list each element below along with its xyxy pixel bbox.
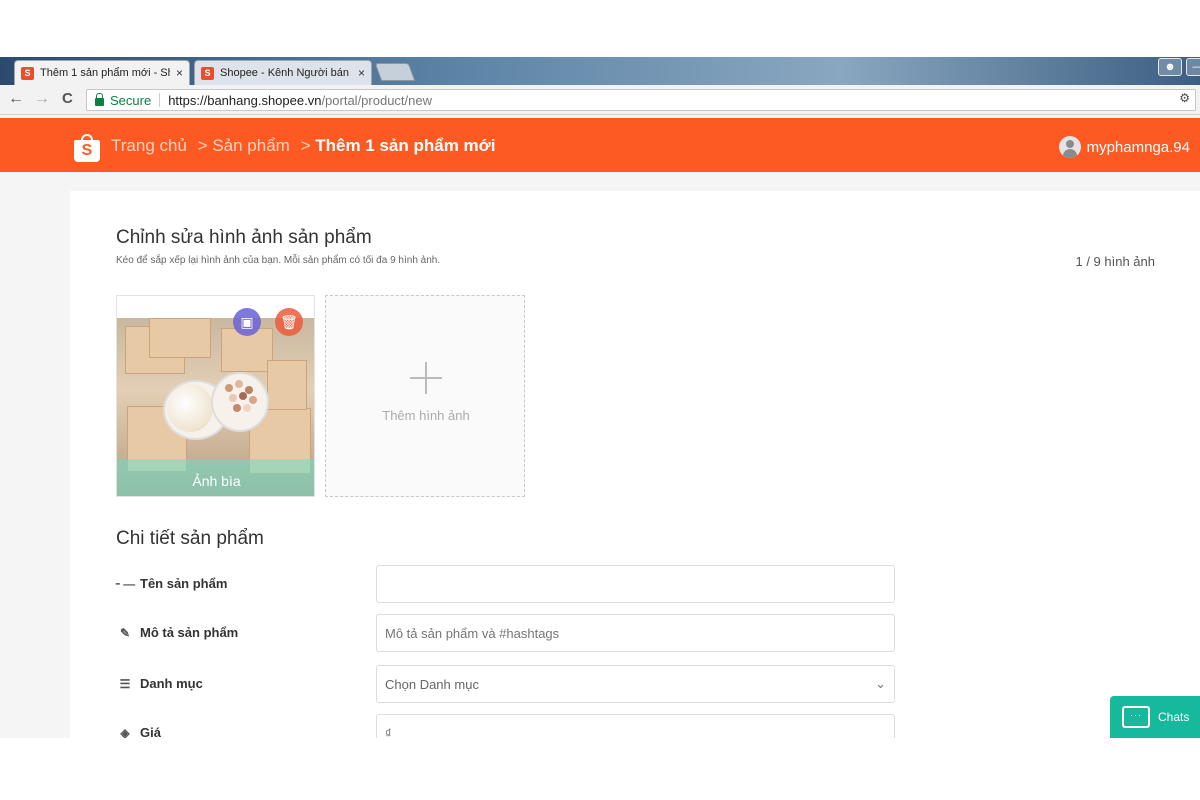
price-label: ◈ Giá	[116, 725, 161, 738]
puzzle-icon[interactable]: ⚙	[1179, 91, 1190, 105]
cover-image-slot[interactable]: Ảnh bìa ▣ 🗑	[116, 295, 315, 497]
minimize-icon[interactable]: —	[1186, 58, 1200, 76]
form-row-price: ◈ Giá	[116, 714, 896, 738]
text-lines-icon: ╴―	[116, 576, 136, 591]
shopee-favicon: S	[201, 66, 214, 80]
breadcrumb-home[interactable]: Trang chủ	[111, 136, 187, 155]
profile-icon[interactable]: ☻	[1158, 58, 1182, 76]
photo-bead	[233, 404, 241, 412]
category-label: ☰ Danh mục	[116, 676, 203, 691]
url-host: https://banhang.shopee.vn	[168, 92, 322, 108]
tab-seller-center[interactable]: S Shopee - Kênh Người bán ×	[194, 60, 372, 85]
breadcrumb-products[interactable]: Sản phẩm	[212, 136, 290, 155]
form-row-name: ╴― Tên sản phẩm	[116, 565, 896, 605]
tab-title: Thêm 1 sản phẩm mới - Shopee	[40, 67, 170, 79]
breadcrumb-current: Thêm 1 sản phẩm mới	[315, 136, 496, 155]
close-tab-icon[interactable]: ×	[358, 66, 365, 80]
images-section-title: Chỉnh sửa hình ảnh sản phẩm	[116, 227, 372, 248]
price-tag-icon: ◈	[120, 725, 130, 739]
photo-bead	[239, 392, 247, 400]
photo-bead	[243, 404, 251, 412]
description-label-text: Mô tả sản phẩm	[140, 625, 239, 640]
product-form-card: Chỉnh sửa hình ảnh sản phẩm Kéo để sắp x…	[70, 191, 1200, 738]
shopee-header: S Trang chủ > Sản phẩm > Thêm 1 sản phẩm…	[0, 118, 1200, 172]
chevron-down-icon: ⌄	[875, 676, 886, 691]
photo-bead	[225, 384, 233, 392]
breadcrumb: Trang chủ > Sản phẩm > Thêm 1 sản phẩm m…	[111, 136, 495, 156]
breadcrumb-separator: >	[197, 136, 208, 155]
url-path: /portal/product/new	[321, 92, 433, 108]
photo-bead	[249, 396, 257, 404]
description-label: ✎ Mô tả sản phẩm	[116, 625, 238, 640]
photo-puff	[167, 384, 213, 432]
pencil-icon: ✎	[119, 625, 131, 640]
product-description-input[interactable]	[376, 614, 895, 652]
add-image-button[interactable]: Thêm hình ảnh	[325, 295, 525, 497]
lock-icon	[95, 92, 104, 106]
tab-title: Shopee - Kênh Người bán	[220, 67, 349, 79]
form-row-description: ✎ Mô tả sản phẩm	[116, 614, 896, 654]
shopee-favicon: S	[21, 66, 34, 80]
url-omnibox[interactable]: Secure https://banhang.shopee.vn /portal…	[86, 89, 1196, 111]
avatar-icon	[1058, 136, 1081, 158]
price-label-text: Giá	[140, 725, 161, 738]
product-price-input[interactable]	[376, 714, 895, 738]
list-icon: ☰	[119, 676, 131, 691]
shopee-logo-icon[interactable]: S	[74, 134, 100, 162]
tab-add-product[interactable]: S Thêm 1 sản phẩm mới - Shopee ×	[14, 60, 190, 85]
new-tab-button[interactable]	[374, 63, 416, 81]
chat-label: Chats	[1158, 710, 1190, 724]
omnibox-divider	[159, 93, 161, 107]
details-section-title: Chi tiết sản phẩm	[116, 528, 264, 549]
breadcrumb-separator: >	[300, 136, 311, 155]
chat-bubble-icon: ···	[1122, 706, 1150, 728]
username: myphamnga.94	[1086, 138, 1190, 156]
images-section-subtitle: Kéo để sắp xếp lại hình ảnh của bạn. Mỗi…	[116, 255, 441, 266]
photo-bead	[235, 380, 243, 388]
logo-letter: S	[74, 140, 100, 162]
form-row-category: ☰ Danh mục Chọn Danh mục ⌄	[116, 665, 896, 705]
product-name-input[interactable]	[376, 565, 895, 603]
forward-icon[interactable]: →	[34, 90, 50, 108]
browser-window: S Thêm 1 sản phẩm mới - Shopee × S Shope…	[0, 57, 1200, 738]
crop-icon[interactable]: ▣	[233, 308, 261, 336]
category-select-value: Chọn Danh mục	[385, 676, 479, 692]
photo-bead	[229, 394, 237, 402]
back-icon[interactable]: ←	[8, 90, 24, 108]
close-tab-icon[interactable]: ×	[176, 66, 183, 80]
photo-box	[149, 318, 211, 358]
photo-box	[267, 360, 307, 410]
plus-icon	[410, 362, 442, 394]
trash-icon[interactable]: 🗑	[275, 308, 303, 336]
add-image-label: Thêm hình ảnh	[382, 408, 470, 423]
user-menu[interactable]: myphamnga.94	[1058, 136, 1190, 158]
tab-strip: S Thêm 1 sản phẩm mới - Shopee × S Shope…	[0, 57, 1200, 85]
secure-label: Secure	[110, 92, 152, 108]
category-select[interactable]: Chọn Danh mục ⌄	[376, 665, 895, 703]
reload-icon[interactable]: C	[62, 90, 73, 107]
cover-label: Ảnh bìa	[192, 473, 241, 489]
image-count: 1 / 9 hình ảnh	[1075, 254, 1155, 269]
name-label-text: Tên sản phẩm	[140, 576, 228, 591]
chat-button[interactable]: ··· Chats	[1110, 696, 1200, 738]
category-label-text: Danh mục	[140, 676, 203, 691]
name-label: ╴― Tên sản phẩm	[116, 576, 227, 591]
address-bar: ← → C Secure https://banhang.shopee.vn /…	[0, 85, 1200, 115]
